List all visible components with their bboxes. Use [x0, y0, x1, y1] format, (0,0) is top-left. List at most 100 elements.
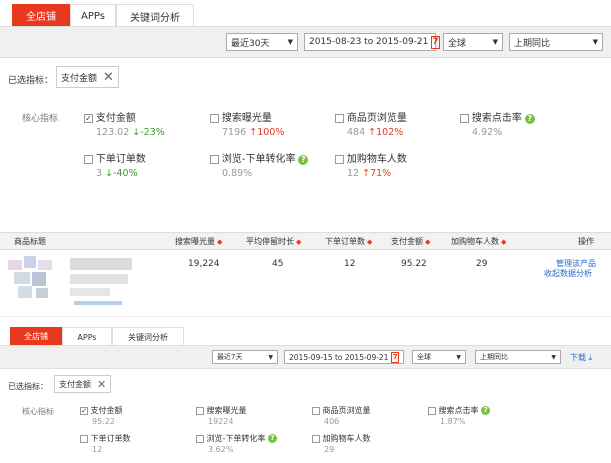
compare-select[interactable]: 上期同比 ▼ [509, 33, 603, 51]
product-title-blurred[interactable] [70, 258, 132, 270]
product-title-blurred [70, 274, 128, 284]
channel-select[interactable]: 全球 ▼ [412, 350, 466, 364]
bottom-panel-divider [0, 316, 611, 317]
metric-search-exposure: 搜索曝光量 7196 ↑100% [210, 109, 284, 138]
cell-exposure: 19,224 [188, 259, 220, 269]
col-header-amount[interactable]: 支付金额 ◆ [391, 236, 430, 247]
cell-orders: 12 [344, 259, 356, 269]
col-header-cart[interactable]: 加购物车人数 ◆ [451, 236, 506, 247]
arrow-up-icon: ↑ [368, 127, 377, 138]
date-range-field[interactable]: 2015-09-15 to 2015-09-21 7 [284, 350, 404, 364]
date-range-value: 2015-09-15 to 2015-09-21 [289, 352, 389, 362]
sort-icon: ◆ [501, 238, 507, 246]
metric-checkbox[interactable] [210, 114, 219, 123]
help-icon[interactable]: ? [481, 406, 491, 415]
metric-checkbox[interactable] [312, 434, 320, 443]
period-select[interactable]: 最近30天 ▼ [226, 33, 298, 51]
product-thumbnail[interactable] [8, 256, 64, 300]
metric-search-ctr: 搜索点击率 ? 1.87% [428, 405, 491, 426]
sort-icon: ◆ [367, 238, 373, 246]
metric-checkbox[interactable] [196, 434, 204, 443]
sort-icon: ◆ [425, 238, 431, 246]
collapse-analysis-link[interactable]: 收起数据分析 [544, 268, 592, 279]
arrow-up-icon: ↑ [362, 168, 371, 179]
close-icon[interactable]: ✕ [103, 70, 114, 85]
col-header-label: 下单订单数 [325, 237, 365, 246]
selected-metric-chip-label: 支付金额 [59, 379, 91, 389]
metric-name: 商品页浏览量 [322, 406, 371, 415]
tab-all-stores[interactable]: 全店铺 [12, 4, 70, 27]
metric-value: 1.87% [440, 417, 466, 426]
metric-checkbox[interactable]: ✓ [80, 406, 88, 415]
metric-name: 搜索曝光量 [221, 113, 272, 124]
metric-change: 102% [376, 127, 404, 138]
help-icon[interactable]: ? [524, 113, 535, 124]
help-icon[interactable]: ? [267, 434, 277, 443]
period-select[interactable]: 最近7天 ▼ [212, 350, 278, 364]
metric-name: 搜索点击率 [438, 406, 479, 415]
metric-checkbox[interactable] [335, 155, 344, 164]
metric-checkbox[interactable] [312, 406, 320, 415]
tab-apps[interactable]: APPs [62, 327, 112, 346]
metric-checkbox[interactable] [196, 406, 204, 415]
metric-checkbox[interactable] [84, 155, 93, 164]
metric-search-exposure: 搜索曝光量 19224 [196, 405, 247, 426]
col-header-avg-stay[interactable]: 平均停留时长 ◆ [246, 236, 301, 247]
metric-view-to-order-rate: 浏览-下单转化率 ? 0.89% [210, 150, 309, 179]
col-header-actions: 操作 [578, 237, 594, 246]
sort-icon: ◆ [217, 238, 223, 246]
metric-checkbox[interactable]: ✓ [84, 114, 93, 123]
metric-name: 加购物车人数 [346, 154, 407, 165]
metric-change: -40% [113, 168, 138, 179]
arrow-up-icon: ↑ [249, 127, 258, 138]
metric-search-ctr: 搜索点击率 ? 4.92% [460, 109, 535, 138]
metric-value: 0.89% [222, 168, 253, 179]
tab-keyword-analysis[interactable]: 关键词分析 [116, 4, 194, 27]
tab-keyword-analysis[interactable]: 关键词分析 [112, 327, 184, 346]
help-icon[interactable]: ? [298, 154, 309, 165]
chevron-down-icon: ▼ [287, 38, 293, 46]
selected-metric-chip: 支付金额 ✕ [56, 66, 119, 88]
metric-checkbox[interactable] [210, 155, 219, 164]
metric-value: 95.22 [92, 417, 115, 426]
table-header [0, 232, 611, 250]
metric-value: 3 [96, 168, 103, 179]
close-icon[interactable]: ✕ [97, 378, 106, 391]
calendar-icon[interactable]: 7 [391, 351, 399, 363]
metric-name: 浏览-下单转化率 [221, 154, 296, 165]
download-icon: ⤓ [588, 353, 593, 362]
metric-checkbox[interactable] [80, 434, 88, 443]
channel-select[interactable]: 全球 ▼ [443, 33, 503, 51]
metric-name: 搜索点击率 [471, 113, 522, 124]
compare-select[interactable]: 上期同比 ▼ [475, 350, 561, 364]
metric-checkbox[interactable] [428, 406, 436, 415]
col-header-orders[interactable]: 下单订单数 ◆ [325, 236, 372, 247]
metric-product-page-views: 商品页浏览量 484 ↑102% [335, 109, 407, 138]
tab-all-stores[interactable]: 全店铺 [10, 327, 62, 346]
selected-metric-chip-label: 支付金额 [61, 73, 98, 84]
metric-value: 7196 [222, 127, 247, 138]
chevron-down-icon: ▼ [551, 353, 556, 361]
metric-value: 123.02 [96, 127, 130, 138]
tab-apps[interactable]: APPs [70, 4, 116, 27]
arrow-down-icon: ↓ [105, 168, 114, 179]
calendar-icon[interactable]: 7 [431, 35, 440, 49]
download-label: 下载 [570, 353, 586, 362]
metric-add-to-cart: 加购物车人数 29 [312, 433, 371, 454]
metric-view-to-order-rate: 浏览-下单转化率 ? 3.62% [196, 433, 277, 454]
metric-orders: 下单订单数 12 [80, 433, 131, 454]
metric-value: 3.62% [208, 445, 234, 454]
download-button[interactable]: 下载 ⤓ [570, 352, 592, 363]
period-select-value: 最近30天 [231, 38, 270, 49]
date-range-field[interactable]: 2015-08-23 to 2015-09-21 7 [304, 33, 440, 51]
col-header-title: 商品标题 [14, 237, 46, 246]
metric-add-to-cart: 加购物车人数 12 ↑71% [335, 150, 407, 179]
product-link-blurred[interactable] [74, 301, 122, 305]
metric-name: 加购物车人数 [322, 434, 371, 443]
metric-value: 29 [324, 445, 335, 454]
col-header-exposure[interactable]: 搜索曝光量 ◆ [175, 236, 222, 247]
metric-checkbox[interactable] [460, 114, 469, 123]
metric-checkbox[interactable] [335, 114, 344, 123]
selected-metrics-label: 已选指标： [8, 382, 48, 391]
metric-value: 4.92% [472, 127, 503, 138]
